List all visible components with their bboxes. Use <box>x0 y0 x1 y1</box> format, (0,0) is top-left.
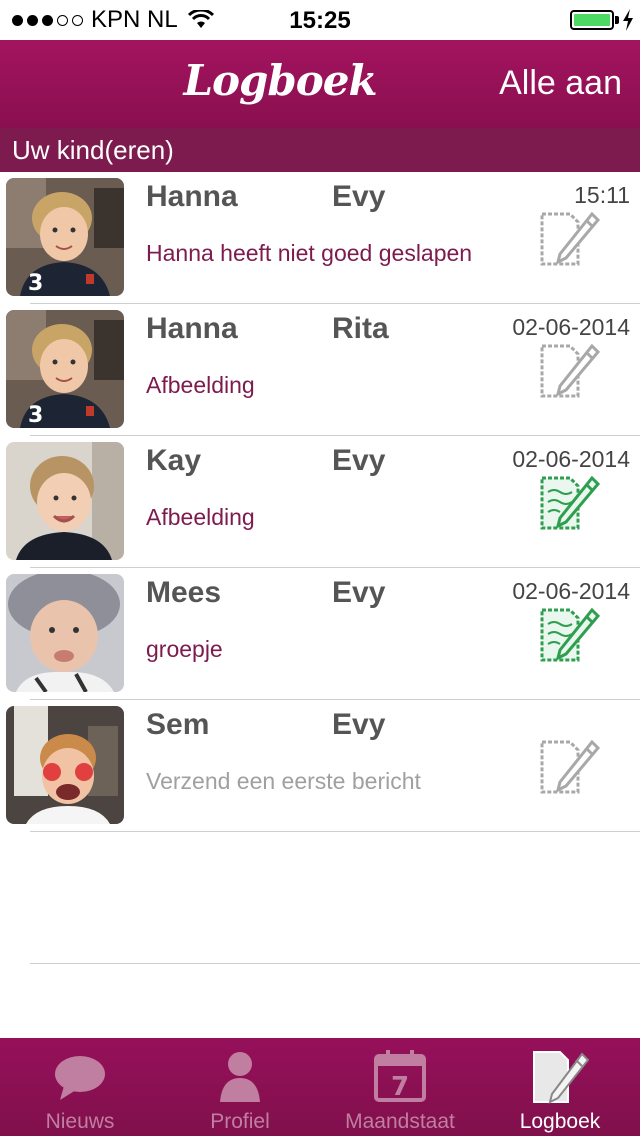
tab-maandstaat[interactable]: 7 Maandstaat <box>320 1038 480 1136</box>
all-on-button[interactable]: Alle aan <box>499 64 622 103</box>
avatar: 3 <box>6 178 124 296</box>
timestamp: 02-06-2014 <box>512 578 630 604</box>
avatar: 3 <box>6 310 124 428</box>
list-item[interactable]: Kay Evy 02-06-2014 Afbeelding <box>0 436 640 568</box>
timestamp: 15:11 <box>574 182 630 208</box>
last-message: groepje <box>146 636 223 662</box>
note-grey-icon[interactable] <box>536 208 602 270</box>
divider <box>30 963 640 964</box>
nav-bar: Logboek Alle aan <box>0 40 640 128</box>
last-message: Afbeelding <box>146 504 255 530</box>
tab-profiel[interactable]: Profiel <box>160 1038 320 1136</box>
child-name: Mees <box>146 576 222 609</box>
calendar-icon: 7 <box>374 1050 426 1102</box>
tab-label: Maandstaat <box>345 1110 455 1133</box>
list-item[interactable]: Mees Evy 02-06-2014 groepje <box>0 568 640 700</box>
child-name: Hanna <box>146 312 238 345</box>
note-grey-icon[interactable] <box>536 340 602 402</box>
tab-nieuws[interactable]: Nieuws <box>0 1038 160 1136</box>
section-header: Uw kind(eren) <box>0 128 640 172</box>
tab-bar: Nieuws Profiel 7 Maandstaat Logboek <box>0 1038 640 1136</box>
carer-name: Evy <box>332 444 386 477</box>
page-title: Logboek <box>183 56 377 105</box>
list-item[interactable]: 3 Hanna Evy 15:11 Hanna heeft niet goed … <box>0 172 640 304</box>
status-time: 15:25 <box>289 7 351 34</box>
avatar <box>6 574 124 692</box>
tab-logboek[interactable]: Logboek <box>480 1038 640 1136</box>
last-message: Verzend een eerste bericht <box>146 768 421 794</box>
timestamp: 02-06-2014 <box>512 314 630 340</box>
note-green-icon[interactable] <box>536 604 602 666</box>
speech-bubble-icon <box>55 1056 105 1100</box>
svg-text:3: 3 <box>28 403 43 428</box>
note-grey-icon[interactable] <box>536 736 602 798</box>
note-green-icon[interactable] <box>536 472 602 534</box>
last-message: Hanna heeft niet goed geslapen <box>146 240 473 266</box>
avatar <box>6 706 124 824</box>
carer-name: Rita <box>332 312 389 345</box>
child-name: Sem <box>146 708 210 741</box>
battery-icon <box>570 10 614 30</box>
calendar-day: 7 <box>391 1072 409 1102</box>
logbook-icon <box>533 1051 590 1104</box>
children-list: 3 Hanna Evy 15:11 Hanna heeft niet goed … <box>0 172 640 832</box>
last-message: Afbeelding <box>146 372 255 398</box>
carer-name: Evy <box>332 576 386 609</box>
tab-label: Nieuws <box>45 1110 115 1133</box>
tab-label: Profiel <box>210 1110 270 1133</box>
child-name: Kay <box>146 444 202 477</box>
status-bar: KPN NL 15:25 <box>0 0 640 40</box>
tab-label: Logboek <box>519 1110 601 1133</box>
svg-text:3: 3 <box>28 271 43 296</box>
list-item[interactable]: 3 Hanna Rita 02-06-2014 Afbeelding <box>0 304 640 436</box>
timestamp: 02-06-2014 <box>512 446 630 472</box>
battery-cap <box>615 16 619 24</box>
child-name: Hanna <box>146 180 238 213</box>
person-icon <box>220 1052 260 1102</box>
charging-icon <box>623 9 633 31</box>
list-item[interactable]: Sem Evy Verzend een eerste bericht <box>0 700 640 832</box>
carer-name: Evy <box>332 708 386 741</box>
carer-name: Evy <box>332 180 386 213</box>
avatar <box>6 442 124 560</box>
